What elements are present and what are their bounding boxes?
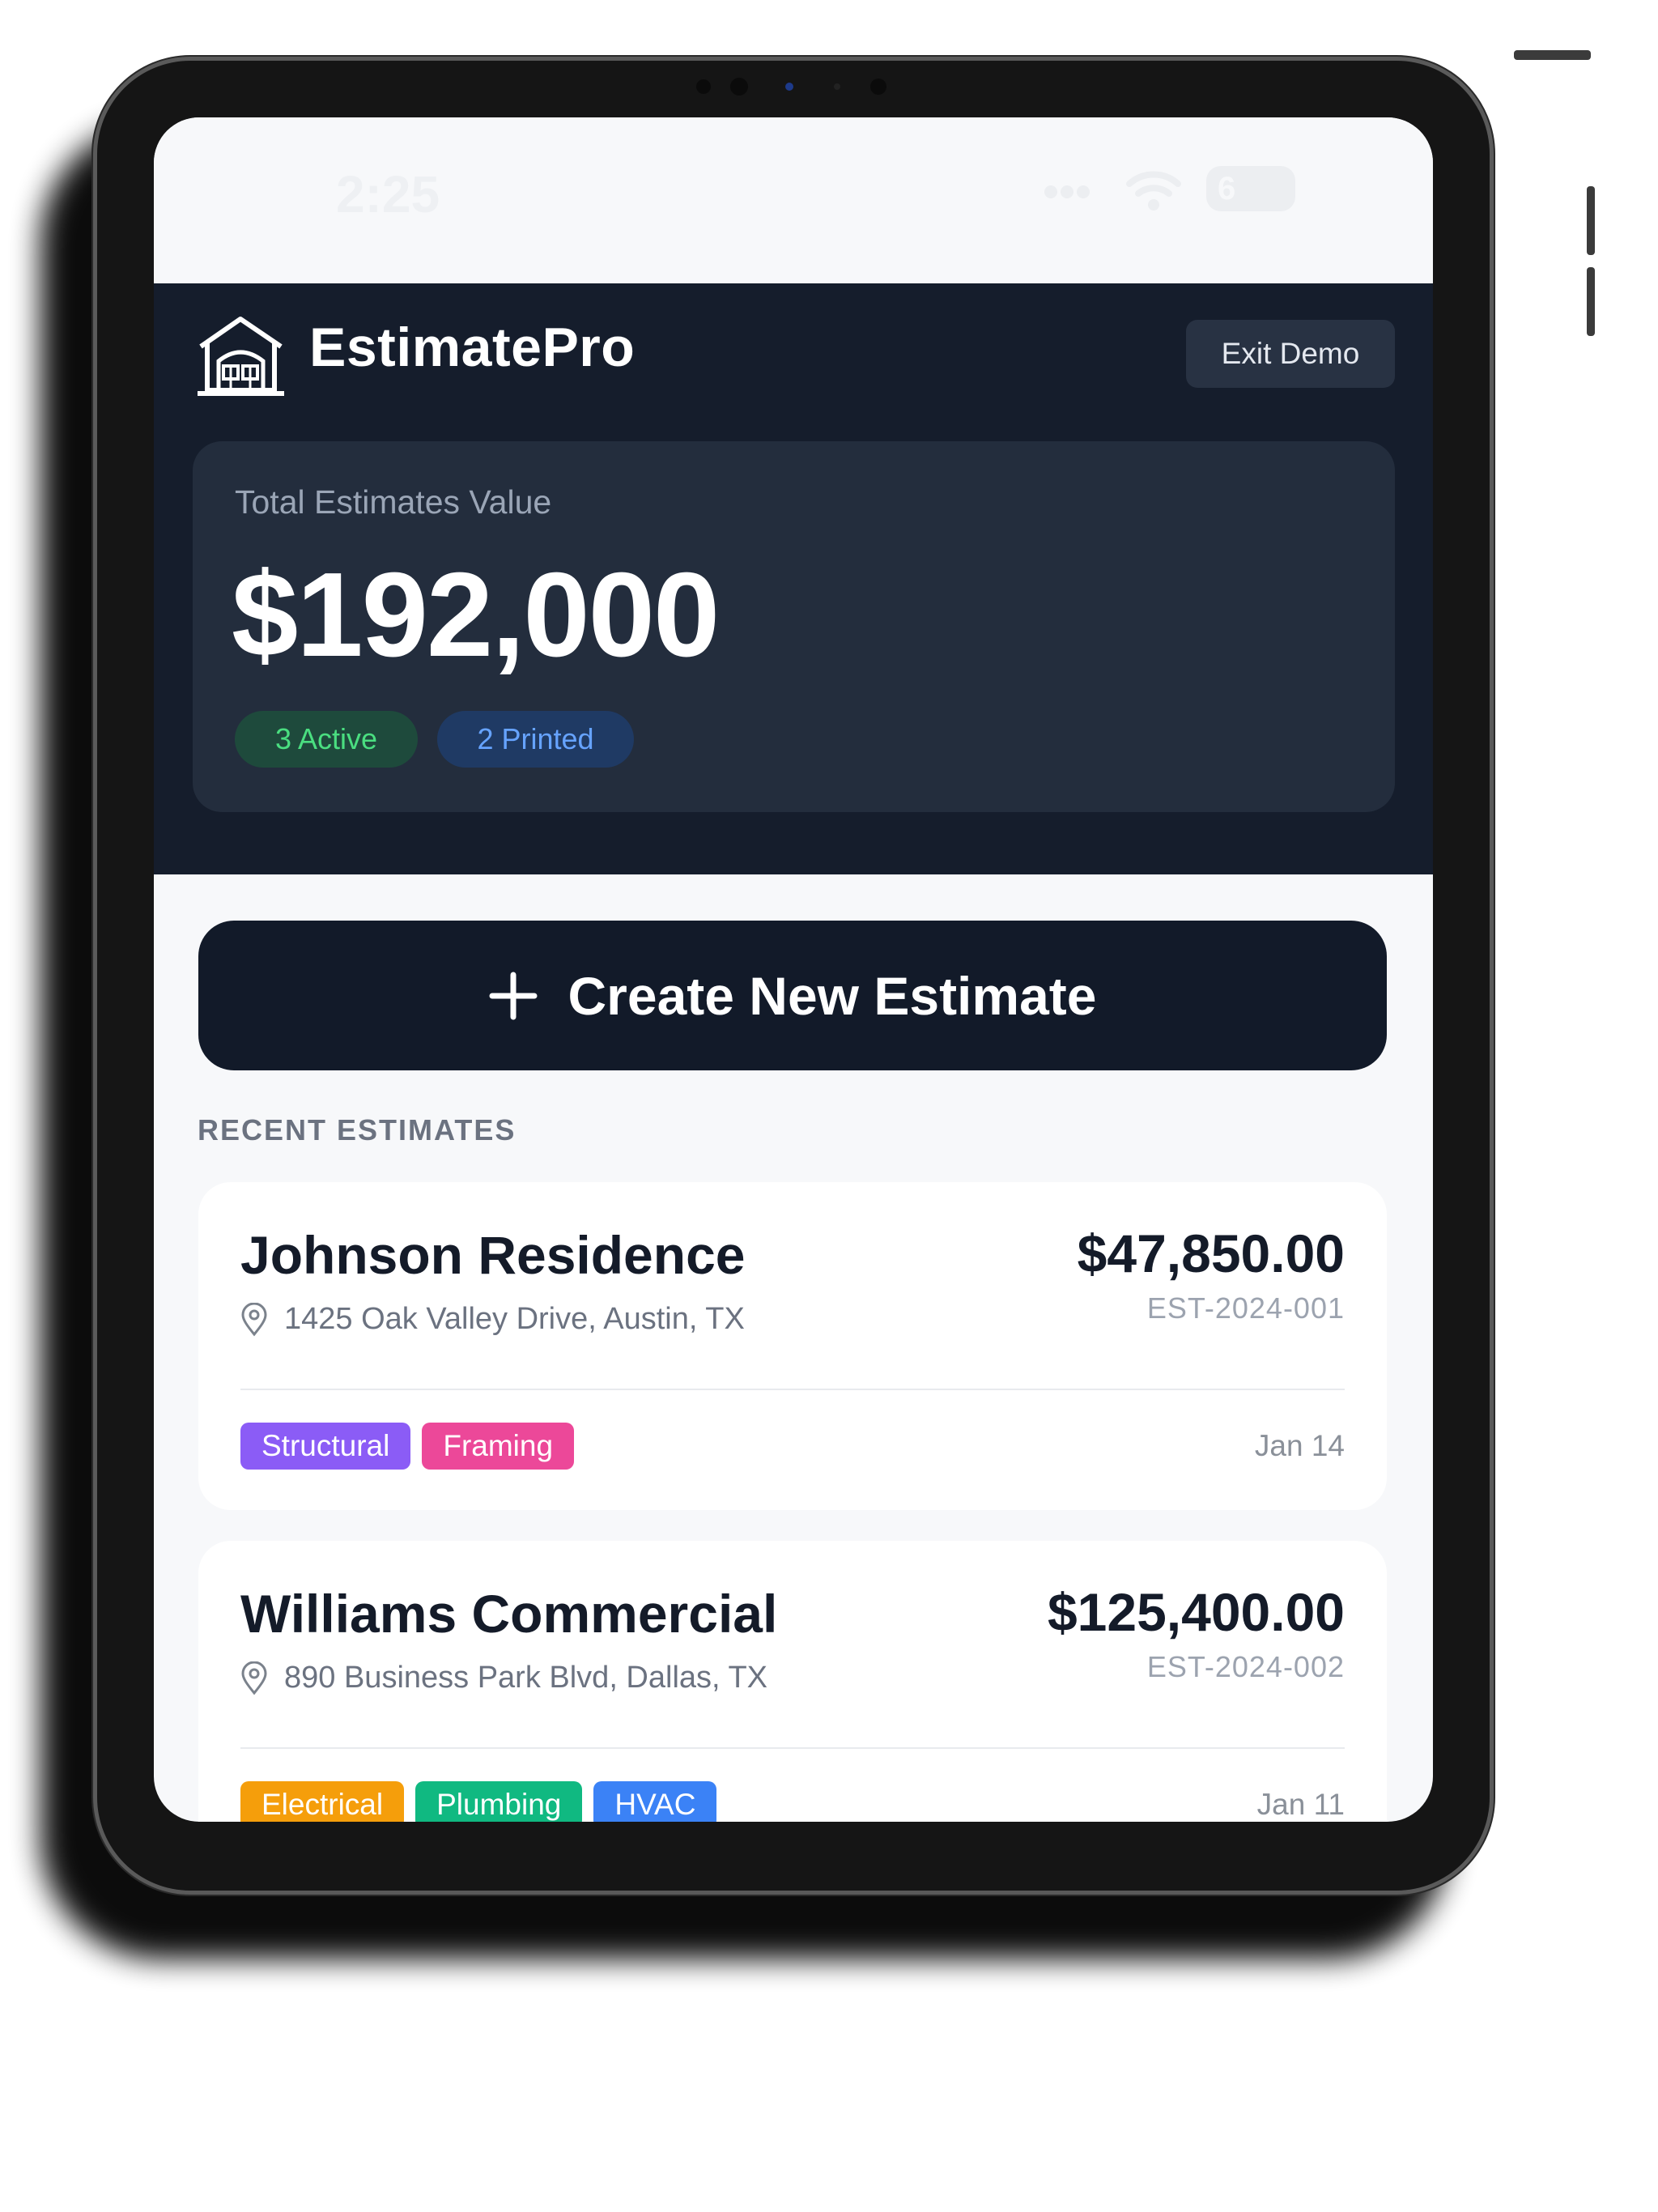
estimate-address: 1425 Oak Valley Drive, Austin, TX <box>240 1302 745 1337</box>
tag-structural: Structural <box>240 1423 411 1470</box>
estimate-name: Williams Commercial <box>240 1584 778 1644</box>
estimate-address: 890 Business Park Blvd, Dallas, TX <box>240 1661 767 1695</box>
estimate-tags: Electrical Plumbing HVAC <box>240 1781 728 1822</box>
tag-hvac: HVAC <box>593 1781 717 1822</box>
estimate-card[interactable]: Williams Commercial 890 Business Park Bl… <box>198 1541 1387 1822</box>
house-logo-icon <box>198 317 284 396</box>
estimate-date: Jan 11 <box>1256 1788 1345 1821</box>
battery-icon: 6 <box>1206 166 1295 211</box>
estimate-address-text: 1425 Oak Valley Drive, Austin, TX <box>284 1302 745 1336</box>
estimate-name: Johnson Residence <box>240 1225 746 1285</box>
printed-count-badge: 2 Printed <box>437 711 634 768</box>
estimate-tags: Structural Framing <box>240 1423 585 1470</box>
app-header: EstimatePro Exit Demo Total Estimates Va… <box>154 283 1433 874</box>
camera-array <box>696 74 891 99</box>
estimate-address-text: 890 Business Park Blvd, Dallas, TX <box>284 1661 768 1695</box>
estimate-date: Jan 14 <box>1254 1429 1345 1462</box>
estimate-id: EST-2024-002 <box>1146 1650 1345 1683</box>
status-icons: 6 <box>1044 166 1320 215</box>
location-pin-icon <box>241 1661 267 1695</box>
top-button <box>1514 50 1591 60</box>
estimate-amount: $47,850.00 <box>1077 1223 1345 1283</box>
location-pin-icon <box>241 1302 267 1336</box>
estimate-amount: $125,400.00 <box>1047 1582 1345 1642</box>
tag-plumbing: Plumbing <box>415 1781 583 1822</box>
total-estimates-card: Total Estimates Value $192,000 3 Active … <box>193 441 1395 812</box>
card-divider <box>240 1747 1345 1749</box>
estimate-id: EST-2024-001 <box>1146 1291 1345 1325</box>
active-count-badge: 3 Active <box>235 711 418 768</box>
estimate-card[interactable]: Johnson Residence 1425 Oak Valley Drive,… <box>198 1182 1387 1510</box>
exit-demo-button[interactable]: Exit Demo <box>1186 320 1395 388</box>
status-time: 2:25 <box>336 165 440 223</box>
create-button-label: Create New Estimate <box>568 965 1097 1026</box>
tag-framing: Framing <box>422 1423 575 1470</box>
app-title: EstimatePro <box>309 317 636 378</box>
volume-down-button <box>1587 267 1595 336</box>
status-bar: 2:25 6 <box>154 117 1433 283</box>
tag-electrical: Electrical <box>240 1781 405 1822</box>
volume-up-button <box>1587 186 1595 255</box>
cellular-signal-icon <box>1044 185 1109 202</box>
card-divider <box>240 1389 1345 1390</box>
plus-icon <box>489 972 538 1019</box>
recent-estimates-heading: RECENT ESTIMATES <box>198 1113 517 1146</box>
create-new-estimate-button[interactable]: Create New Estimate <box>198 921 1387 1070</box>
total-estimates-label: Total Estimates Value <box>235 483 552 521</box>
total-estimates-value: $192,000 <box>232 548 720 682</box>
battery-level: 6 <box>1218 171 1236 206</box>
wifi-icon <box>1126 171 1181 211</box>
app-screen: 2:25 6 EstimatePro Exit Demo Total Estim… <box>154 117 1433 1822</box>
